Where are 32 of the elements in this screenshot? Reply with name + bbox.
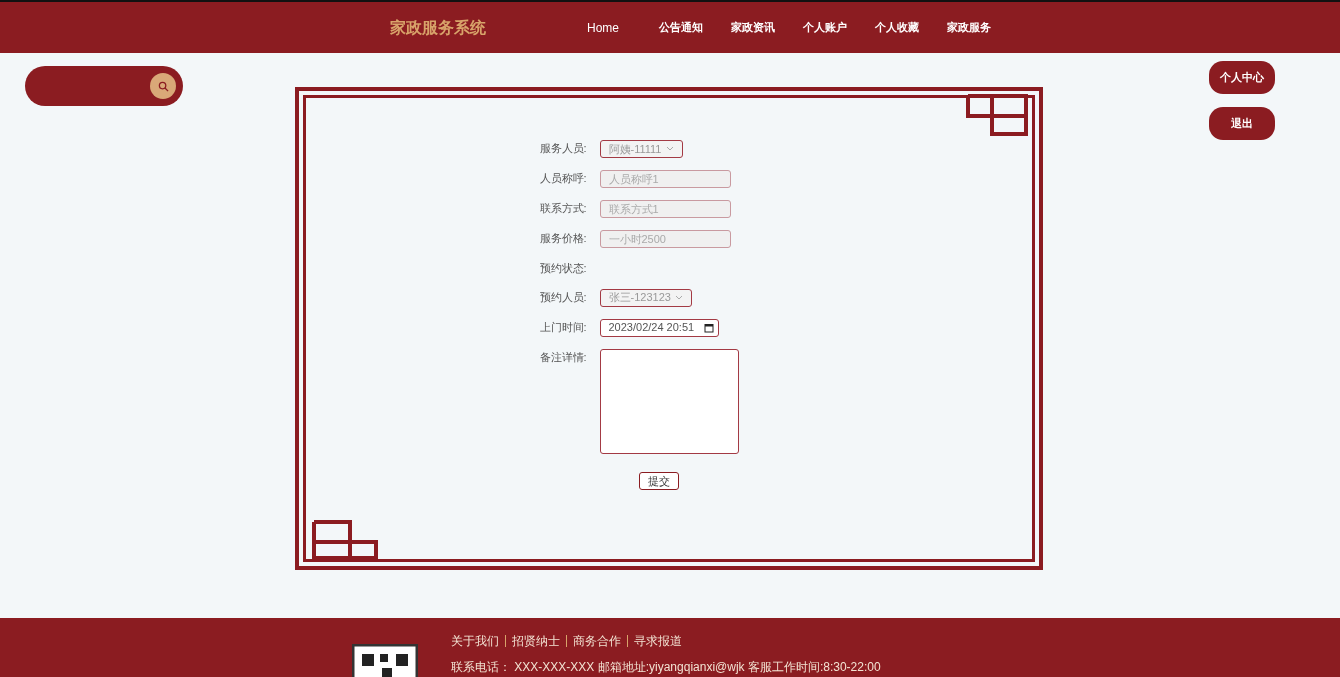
nav-link[interactable]: 家政服务 xyxy=(947,19,1019,36)
field-label: 服务价格: xyxy=(539,231,588,246)
calendar-icon[interactable] xyxy=(703,322,714,333)
footer-link[interactable]: 招贤纳士 xyxy=(512,632,560,650)
field-label: 上门时间: xyxy=(539,319,588,335)
caret-icon xyxy=(665,146,674,152)
footer-link[interactable]: 寻求报道 xyxy=(634,632,682,650)
field-label: 服务人员: xyxy=(539,141,588,156)
footer-link[interactable]: 商务合作 xyxy=(573,632,621,650)
site-title: 家政服务系统 xyxy=(390,17,487,38)
footer-link[interactable]: 关于我们 xyxy=(451,632,499,650)
search-icon xyxy=(157,80,169,92)
qr-code-icon xyxy=(352,644,418,677)
nav-link[interactable]: Home xyxy=(587,18,659,37)
side-button[interactable]: 个人中心 xyxy=(1209,61,1275,94)
field-label: 人员称呼: xyxy=(539,171,588,186)
caret-icon xyxy=(674,294,683,301)
search-button[interactable] xyxy=(150,73,176,99)
field-label: 备注详情: xyxy=(539,349,588,365)
search-field[interactable] xyxy=(25,66,183,106)
nav-link[interactable]: 公告通知 xyxy=(659,19,731,36)
field-label: 联系方式: xyxy=(539,201,588,216)
nav-link[interactable]: 家政资讯 xyxy=(731,19,803,36)
nav-link[interactable]: 个人收藏 xyxy=(875,19,947,36)
side-button[interactable]: 退出 xyxy=(1209,107,1275,140)
datetime-field[interactable]: 2023/02/24 20:51 xyxy=(599,318,719,337)
nav-link[interactable]: 个人账户 xyxy=(803,19,875,36)
field-label: 预约人员: xyxy=(539,289,588,305)
contact-info: 联系电话： XXX-XXX-XXX 邮箱地址:yiyangqianxi@wjk 客服工作时间:8:30-22:00 xyxy=(451,659,881,676)
submit-button[interactable]: 提交 xyxy=(639,471,679,490)
field-label: 预约状态: xyxy=(539,261,588,276)
textarea-field[interactable] xyxy=(599,348,739,454)
